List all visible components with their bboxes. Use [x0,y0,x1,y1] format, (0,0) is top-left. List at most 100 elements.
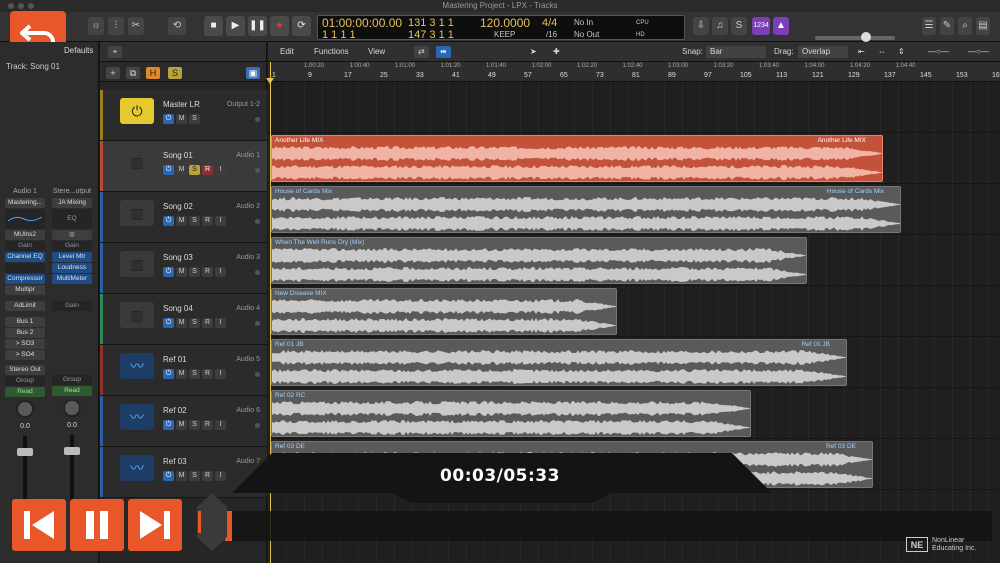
track-name[interactable]: Song 04 [163,304,193,313]
track-header[interactable]: ▥ Song 01 Audio 1 ⏻ M S R I [100,141,267,192]
mixer-icon[interactable]: ⫶ [108,17,124,35]
master-volume-slider[interactable] [815,32,895,42]
strip2-plugin-3[interactable]: MultiMeter [52,274,92,284]
scissors-icon[interactable]: ✂ [128,17,144,35]
window-controls[interactable] [8,3,34,9]
mute-button[interactable]: M [176,114,187,124]
zoom-fit-icon[interactable]: ⇔ [878,46,886,58]
strip1-send-3[interactable]: > SO3 [5,339,45,349]
strip1-setting[interactable]: Mastering... [5,198,45,208]
strip2-eq-label[interactable]: EQ [52,209,92,229]
zoom-out-icon[interactable]: ⇤ [858,46,865,58]
link-tool-icon[interactable]: ⇹ [436,46,451,58]
input-monitor-button[interactable]: I [215,318,226,328]
mixer-channel-icon[interactable]: ▥ [120,200,154,226]
strip1-group[interactable]: Group [5,376,45,386]
strip1-plugin-3[interactable]: Compressor [5,274,45,284]
track-lane[interactable]: Ref 02 RC [268,388,1000,439]
scrub-handle[interactable] [197,493,227,551]
audio-region[interactable]: Ref 02 RC [271,390,751,437]
snap-select[interactable]: Bar [706,46,766,58]
power-button[interactable]: ⏻ [163,165,174,175]
metronome-icon[interactable]: ▲ [773,17,789,35]
strip2-plugin-2[interactable]: Loudness [52,263,92,273]
global-solo-button[interactable]: S [168,67,182,79]
track-name[interactable]: Ref 01 [163,355,187,364]
horizontal-zoom-slider[interactable]: —○— [928,46,949,58]
count-in-button[interactable]: 1234 [752,17,770,35]
catch-icon[interactable]: ▣ [246,67,260,79]
input-monitor-button[interactable]: I [215,420,226,430]
track-name[interactable]: Song 01 [163,151,193,160]
notes-icon[interactable]: ✎ [940,17,954,35]
track-header[interactable]: ▥ Song 03 Audio 3 ⏻ M S R I [100,243,267,294]
record-enable-button[interactable]: R [202,369,213,379]
track-name[interactable]: Ref 02 [163,406,187,415]
track-name[interactable]: Master LR [163,100,200,109]
record-enable-button[interactable]: R [202,267,213,277]
mute-button[interactable]: M [176,420,187,430]
mute-button[interactable]: M [176,267,187,277]
next-button[interactable] [128,499,182,551]
strip2-setting[interactable]: JA Mixing [52,198,92,208]
pointer-tool-icon[interactable]: ➤ [530,46,537,58]
input-monitor-button[interactable]: I [215,369,226,379]
mute-button[interactable]: M [176,216,187,226]
lcd-display[interactable]: 01:00:00:00.00 1 1 1 1 131 3 1 1 147 3 1… [317,15,685,41]
strip1-gain[interactable]: Gain [5,241,45,251]
strip2-gain[interactable]: Gain [52,241,92,251]
drag-select[interactable]: Overlap [798,46,848,58]
solo-button[interactable]: S [189,369,200,379]
solo-button[interactable]: S [189,165,200,175]
progress-bar[interactable] [225,511,992,541]
inspector-preset[interactable]: Defaults [0,42,98,62]
strip1-plugin-1[interactable]: Channel EQ [5,252,45,262]
vertical-zoom-slider[interactable]: —○— [968,46,989,58]
strip1-pan-knob[interactable] [16,400,34,418]
record-enable-button[interactable]: R [202,165,213,175]
play-button[interactable]: ▶ [226,16,245,36]
audio-region[interactable]: Ref 01 JB Ref 01 JB [271,339,847,386]
track-header[interactable]: 〰 Ref 01 Audio 5 ⏻ M S R I [100,345,267,396]
pause-playback-button[interactable] [70,499,124,551]
track-lane[interactable]: When The Well Runs Dry (Mix) [268,235,1000,286]
strip2-pan-knob[interactable] [63,399,81,417]
menu-view[interactable]: View [368,46,385,58]
track-lane[interactable]: New Disease MIX [268,286,1000,337]
replace-icon[interactable]: ⇩ [693,17,709,35]
mute-button[interactable]: M [176,318,187,328]
stop-button[interactable]: ■ [204,16,223,36]
brightness-icon[interactable]: ☼ [88,17,104,35]
previous-button[interactable] [12,499,66,551]
mute-button[interactable]: M [176,369,187,379]
strip1-send-1[interactable]: Bus 1 [5,317,45,327]
power-button[interactable]: ⏻ [163,369,174,379]
strip2-plugin-1[interactable]: Level Mtr [52,252,92,262]
strip2-automation[interactable]: Read [52,386,92,396]
strip1-eq-display[interactable] [5,209,45,229]
track-lane[interactable]: House of Cards Mix House of Cards Mix [268,184,1000,235]
menu-edit[interactable]: Edit [280,46,294,58]
track-header[interactable]: ▥ Song 04 Audio 4 ⏻ M S R I [100,294,267,345]
mute-button[interactable]: M [176,165,187,175]
audio-region[interactable]: When The Well Runs Dry (Mix) [271,237,807,284]
tuner-icon[interactable]: ♫ [712,17,728,35]
strip1-input[interactable]: Audio 1 [3,186,47,197]
strip1-link[interactable]: MUlns2 [5,230,45,240]
solo-button[interactable]: S [189,420,200,430]
waveform-icon[interactable]: 〰 [120,404,154,430]
input-monitor-button[interactable]: I [215,267,226,277]
pencil-tool-icon[interactable]: ✚ [553,46,560,58]
track-name[interactable]: Song 03 [163,253,193,262]
solo-button[interactable]: S [189,318,200,328]
audio-region[interactable]: New Disease MIX [271,288,617,335]
list-icon[interactable]: ☰ [922,17,936,35]
strip2-link-icon[interactable]: ◎ [52,230,92,240]
audio-region[interactable]: Another Life MIX Another Life MIX [271,135,883,182]
master-knob-icon[interactable]: ⏻ [120,98,154,124]
cycle-icon[interactable]: ⟲ [168,17,186,35]
input-monitor-button[interactable]: I [215,216,226,226]
solo-button[interactable]: S [189,267,200,277]
track-name[interactable]: Song 02 [163,202,193,211]
strip1-send-4[interactable]: > SO4 [5,350,45,360]
